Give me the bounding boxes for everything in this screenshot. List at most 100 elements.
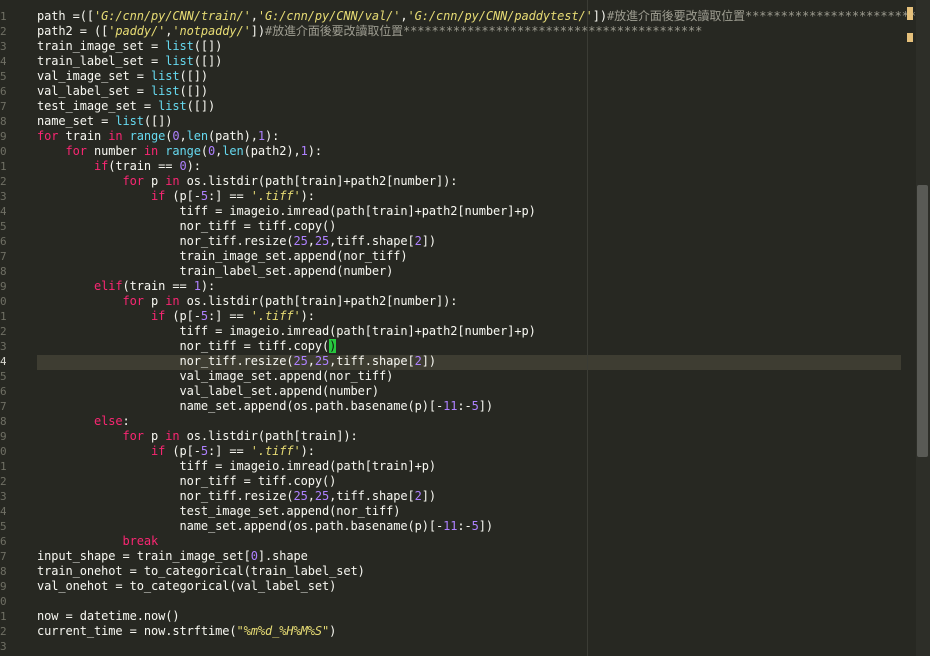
code-line[interactable]: train_label_set.append(number) [37, 264, 393, 279]
number-token: 25 [314, 234, 330, 248]
comment-token: #放進介面後要改讀取位置****************************… [265, 24, 703, 38]
builtin-token: list [165, 54, 194, 68]
code-line[interactable]: train_image_set.append(nor_tiff) [37, 249, 407, 264]
code-area[interactable]: path =(['G:/cnn/py/CNN/train/','G:/cnn/p… [37, 0, 930, 656]
code-token: (p[- [165, 444, 201, 458]
number-token: 2 [414, 234, 422, 248]
code-line[interactable]: current_time = now.strftime("%m%d_%H%M%S… [37, 624, 336, 639]
code-line[interactable]: val_image_set = list([]) [37, 69, 208, 84]
line-number: 1 [0, 310, 6, 323]
line-number: 0 [0, 145, 6, 158]
code-line[interactable]: name_set.append(os.path.basename(p)[-11:… [37, 519, 493, 534]
code-token: test_image_set = [37, 99, 159, 113]
code-line[interactable]: if(train == 0): [37, 159, 201, 174]
code-line[interactable]: nor_tiff.resize(25,25,tiff.shape[2]) [37, 234, 436, 249]
code-line[interactable]: nor_tiff = tiff.copy() [37, 219, 336, 234]
code-line[interactable]: nor_tiff.resize(25,25,tiff.shape[2]) [37, 489, 436, 504]
code-line[interactable]: tiff = imageio.imread(path[train]+path2[… [37, 204, 535, 219]
code-token: , [307, 489, 315, 503]
code-line[interactable]: else: [37, 414, 130, 429]
code-line[interactable]: for number in range(0,len(path2),1): [37, 144, 323, 159]
code-line[interactable]: path =(['G:/cnn/py/CNN/train/','G:/cnn/p… [37, 9, 930, 24]
code-token: (train == [108, 159, 180, 173]
line-number: 3 [0, 490, 6, 503]
code-token: p [143, 429, 166, 443]
code-line[interactable]: test_image_set.append(nor_tiff) [37, 504, 400, 519]
number-token: 0 [250, 549, 258, 563]
line-number: 7 [0, 400, 6, 413]
code-line[interactable]: nor_tiff = tiff.copy() [37, 474, 336, 489]
number-token: 5 [200, 309, 208, 323]
code-line[interactable]: train_onehot = to_categorical(train_labe… [37, 564, 365, 579]
number-token: 1 [300, 144, 308, 158]
number-token: 25 [314, 354, 330, 368]
builtin-token: list [151, 84, 180, 98]
code-line[interactable]: val_image_set.append(nor_tiff) [37, 369, 393, 384]
number-token: 5 [200, 444, 208, 458]
code-line[interactable]: for train in range(0,len(path),1): [37, 129, 279, 144]
line-number: 5 [0, 370, 6, 383]
code-token: ( [200, 144, 208, 158]
code-line[interactable]: name_set.append(os.path.basename(p)[-11:… [37, 399, 493, 414]
line-number: 8 [0, 565, 6, 578]
code-token: train_onehot = to_categorical(train_labe… [37, 564, 365, 578]
line-number: 4 [0, 205, 6, 218]
code-token: ): [307, 144, 322, 158]
code-line[interactable]: tiff = imageio.imread(path[train]+p) [37, 459, 436, 474]
code-token: name_set = [37, 114, 116, 128]
code-line[interactable]: name_set = list([]) [37, 114, 172, 129]
code-line[interactable]: input_shape = train_image_set[0].shape [37, 549, 308, 564]
line-number: 5 [0, 70, 6, 83]
code-line[interactable]: break [37, 534, 159, 549]
code-line[interactable]: if (p[-5:] == '.tiff'): [37, 309, 315, 324]
code-line[interactable]: nor_tiff.resize(25,25,tiff.shape[2]) [37, 354, 436, 369]
code-token: path =([ [37, 9, 94, 23]
builtin-token: len [186, 129, 208, 143]
code-token: , [179, 129, 187, 143]
scrollbar-thumb[interactable] [917, 185, 928, 457]
code-line[interactable]: elif(train == 1): [37, 279, 215, 294]
code-line[interactable]: train_image_set = list([]) [37, 39, 222, 54]
line-number: 5 [0, 520, 6, 533]
code-line[interactable]: nor_tiff = tiff.copy() [37, 339, 336, 354]
number-token: 11 [443, 399, 458, 413]
code-token: (p[- [165, 309, 201, 323]
keyword-token: else [94, 414, 123, 428]
code-line[interactable]: for p in os.listdir(path[train]): [37, 429, 358, 444]
line-number: 3 [0, 40, 6, 53]
line-number: 4 [0, 355, 6, 368]
code-line[interactable]: test_image_set = list([]) [37, 99, 215, 114]
code-token: ): [300, 189, 315, 203]
code-token: , [307, 234, 315, 248]
code-line[interactable]: val_onehot = to_categorical(val_label_se… [37, 579, 336, 594]
line-number: 9 [0, 280, 6, 293]
line-number: 0 [0, 295, 6, 308]
line-number: 6 [0, 85, 6, 98]
number-token: 25 [293, 354, 308, 368]
code-token: ]) [592, 9, 607, 23]
code-token: train_label_set.append(number) [37, 264, 394, 278]
code-line[interactable]: train_label_set = list([]) [37, 54, 222, 69]
code-line[interactable]: val_label_set.append(number) [37, 384, 379, 399]
code-line[interactable]: if (p[-5:] == '.tiff'): [37, 444, 315, 459]
code-token: ]) [421, 354, 436, 368]
number-token: 2 [414, 354, 422, 368]
code-line[interactable]: now = datetime.now() [37, 609, 180, 624]
code-line[interactable]: for p in os.listdir(path[train]+path2[nu… [37, 174, 458, 189]
code-line[interactable]: tiff = imageio.imread(path[train]+path2[… [37, 324, 535, 339]
code-token: (path2), [243, 144, 301, 158]
keyword-token: in [108, 129, 123, 143]
code-line[interactable]: path2 = (['paddy/','notpaddy/'])#放進介面後要改… [37, 24, 702, 39]
code-line[interactable]: val_label_set = list([]) [37, 84, 208, 99]
line-number: 2 [0, 625, 6, 638]
code-line[interactable]: for p in os.listdir(path[train]+path2[nu… [37, 294, 458, 309]
code-token: current_time = now.strftime( [37, 624, 237, 638]
string-token: '.tiff' [250, 189, 301, 203]
code-editor[interactable]: 1 2 3 4 5 6 7 8 9 0 1 2 3 4 5 6 7 8 9 0 1 2 3 4 5 6 7 8 9 0 1 2 3 4 5 6 7 8 9 0… [0, 0, 930, 656]
code-line[interactable]: if (p[-5:] == '.tiff'): [37, 189, 315, 204]
